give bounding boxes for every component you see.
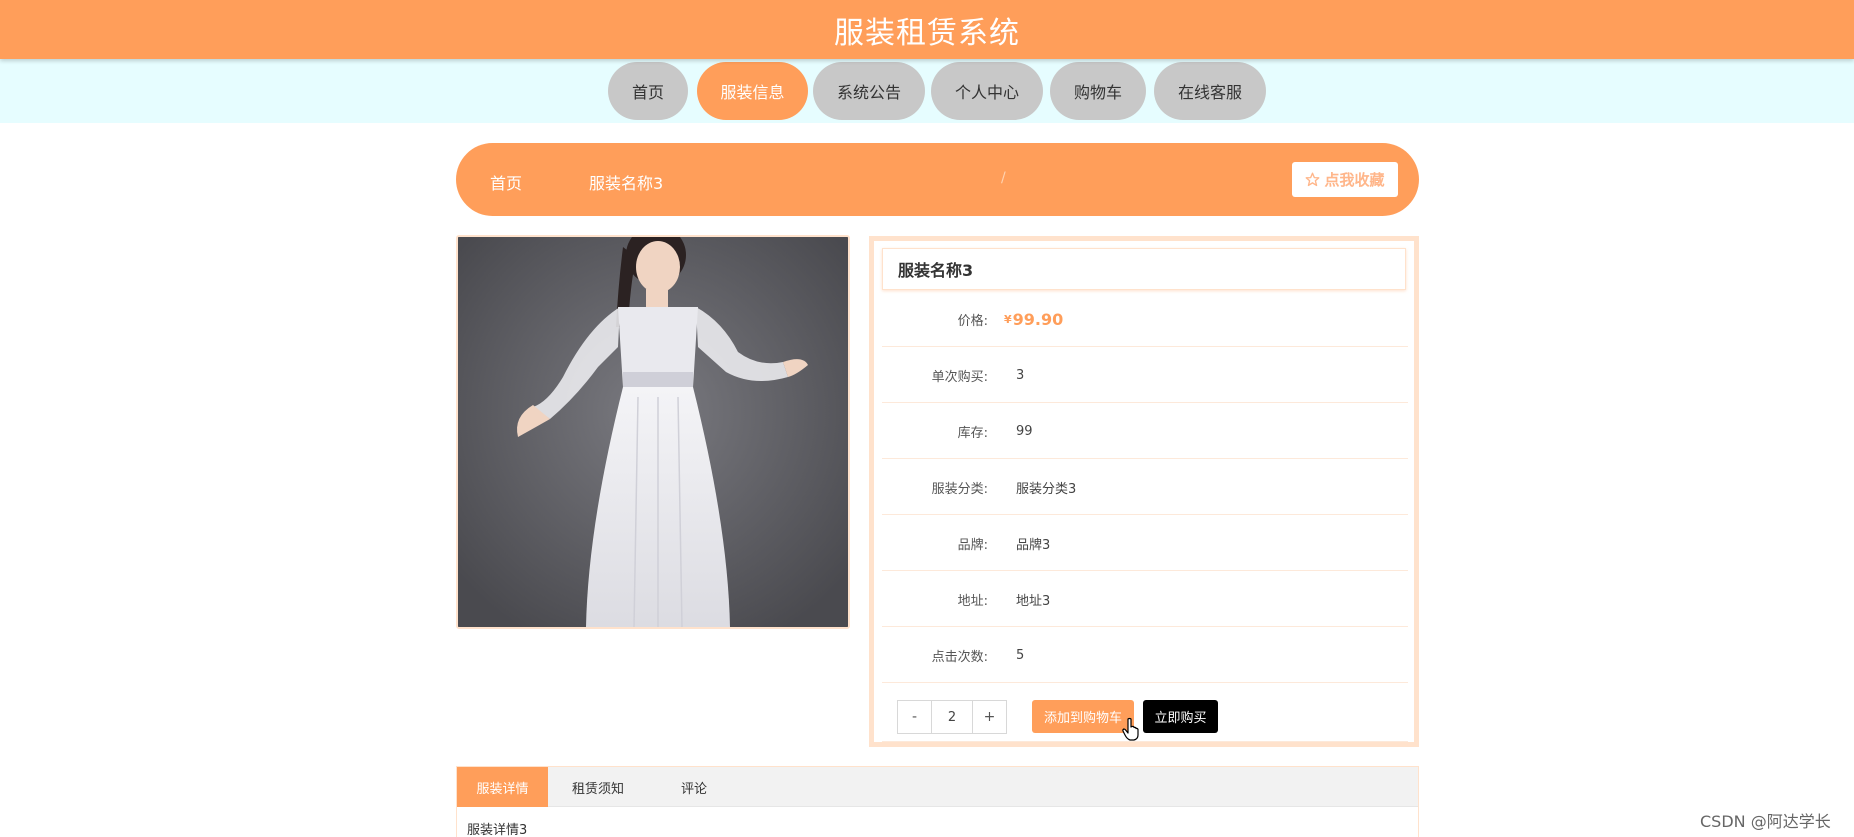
price-value: ¥ 99.90 — [1004, 291, 1063, 347]
row-label: 单次购买: — [931, 369, 988, 385]
info-row-click-count: 点击次数: 5 — [882, 627, 1408, 683]
price-label: 价格: — [957, 313, 988, 329]
product-image — [456, 235, 850, 629]
currency-symbol: ¥ — [1004, 312, 1012, 326]
quantity-stepper: - + — [897, 700, 1007, 734]
nav-item-home[interactable]: 首页 — [608, 62, 688, 120]
site-title: 服装租赁系统 — [834, 15, 1020, 51]
hand-cursor-icon — [1122, 717, 1139, 741]
breadcrumb-current: 服装名称3 — [589, 174, 664, 193]
price-row: 价格: ¥ 99.90 — [882, 291, 1408, 347]
product-info-panel: 服装名称3 价格: ¥ 99.90 单次购买: 3 库存: 99 服装分类: 服… — [869, 236, 1419, 747]
row-value: 地址3 — [1016, 593, 1051, 609]
buy-now-button[interactable]: 立即购买 — [1143, 700, 1218, 733]
breadcrumb: 首页 / 服装名称3 点我收藏 — [456, 143, 1419, 216]
tab-content-text: 服装详情3 — [467, 823, 528, 837]
star-icon — [1306, 172, 1320, 187]
row-value: 3 — [1016, 367, 1025, 383]
info-row-address: 地址: 地址3 — [882, 571, 1408, 627]
quantity-decrease-button[interactable]: - — [898, 701, 931, 733]
row-label: 服装分类: — [931, 481, 988, 497]
quantity-increase-button[interactable]: + — [973, 701, 1006, 733]
row-label: 库存: — [957, 425, 988, 441]
row-value: 5 — [1016, 647, 1025, 663]
add-to-cart-button[interactable]: 添加到购物车 — [1032, 700, 1134, 733]
quantity-input[interactable] — [931, 701, 973, 733]
tab-clothing-details[interactable]: 服装详情 — [457, 767, 548, 807]
favorite-button[interactable]: 点我收藏 — [1292, 162, 1398, 197]
nav-item-customer-service[interactable]: 在线客服 — [1154, 62, 1266, 120]
row-value: 品牌3 — [1016, 537, 1051, 553]
nav-item-personal-center[interactable]: 个人中心 — [931, 62, 1043, 120]
price-amount: 99.90 — [1012, 309, 1064, 329]
row-value: 服装分类3 — [1016, 481, 1077, 497]
tab-rental-notice[interactable]: 租赁须知 — [548, 767, 648, 807]
row-label: 品牌: — [957, 537, 988, 553]
info-row-single-purchase: 单次购买: 3 — [882, 347, 1408, 403]
product-name: 服装名称3 — [882, 248, 1406, 290]
info-row-stock: 库存: 99 — [882, 403, 1408, 459]
product-photo-illustration — [458, 237, 848, 627]
purchase-actions: - + 添加到购物车 立即购买 — [882, 690, 1408, 742]
breadcrumb-separator: / — [1001, 170, 1006, 186]
row-label: 地址: — [957, 593, 988, 609]
main-nav: 首页 服装信息 系统公告 个人中心 购物车 在线客服 — [0, 59, 1854, 123]
row-label: 点击次数: — [931, 649, 988, 665]
row-value: 99 — [1016, 423, 1033, 439]
nav-item-clothing-info[interactable]: 服装信息 — [697, 62, 808, 120]
info-row-brand: 品牌: 品牌3 — [882, 515, 1408, 571]
info-row-category: 服装分类: 服装分类3 — [882, 459, 1408, 515]
nav-item-announcements[interactable]: 系统公告 — [813, 62, 925, 120]
watermark: CSDN @阿达学长 — [1700, 812, 1831, 831]
tab-bar: 服装详情 租赁须知 评论 — [457, 767, 1418, 807]
favorite-button-label: 点我收藏 — [1324, 171, 1385, 189]
tab-comments[interactable]: 评论 — [648, 767, 740, 807]
nav-item-cart[interactable]: 购物车 — [1050, 62, 1146, 120]
breadcrumb-home-link[interactable]: 首页 — [490, 170, 522, 194]
site-header: 服装租赁系统 — [0, 0, 1854, 59]
detail-tabs: 服装详情 租赁须知 评论 服装详情3 — [456, 766, 1419, 837]
